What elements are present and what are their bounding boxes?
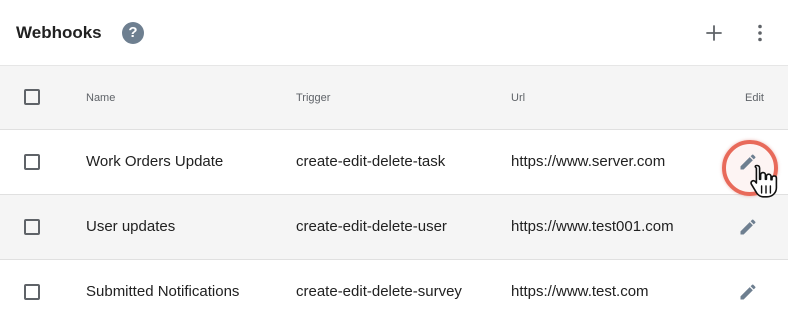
webhook-name: Work Orders Update [86, 153, 224, 170]
row-checkbox[interactable] [24, 219, 40, 235]
table-row[interactable]: Submitted Notifications create-edit-dele… [0, 260, 788, 322]
webhook-trigger: create-edit-delete-user [296, 218, 447, 235]
column-header-url[interactable]: Url [511, 91, 525, 105]
row-checkbox[interactable] [24, 284, 40, 300]
column-header-edit: Edit [745, 92, 764, 104]
page-title: Webhooks [16, 23, 102, 42]
webhook-url: https://www.test.com [511, 283, 649, 300]
webhook-url: https://www.server.com [511, 153, 666, 170]
webhook-trigger: create-edit-delete-survey [296, 283, 462, 300]
webhook-url: https://www.test001.com [511, 218, 674, 235]
table-row[interactable]: Work Orders Update create-edit-delete-ta… [0, 130, 788, 195]
pencil-icon[interactable] [738, 217, 758, 237]
webhook-name: User updates [86, 218, 176, 235]
page-header: Webhooks ? [0, 0, 788, 65]
plus-icon[interactable] [702, 21, 726, 45]
table-header: Name Trigger Url Edit [0, 65, 788, 130]
column-header-name[interactable]: Name [86, 91, 115, 105]
table-row[interactable]: User updates create-edit-delete-user htt… [0, 195, 788, 260]
column-header-trigger[interactable]: Trigger [296, 91, 330, 105]
pencil-icon[interactable] [738, 282, 758, 302]
row-checkbox[interactable] [24, 154, 40, 170]
webhook-name: Submitted Notifications [86, 283, 240, 300]
select-all-checkbox[interactable] [24, 89, 40, 105]
more-vertical-icon[interactable] [748, 21, 772, 45]
webhook-trigger: create-edit-delete-task [296, 153, 446, 170]
hand-cursor-icon [750, 164, 778, 198]
help-icon[interactable]: ? [122, 22, 144, 44]
